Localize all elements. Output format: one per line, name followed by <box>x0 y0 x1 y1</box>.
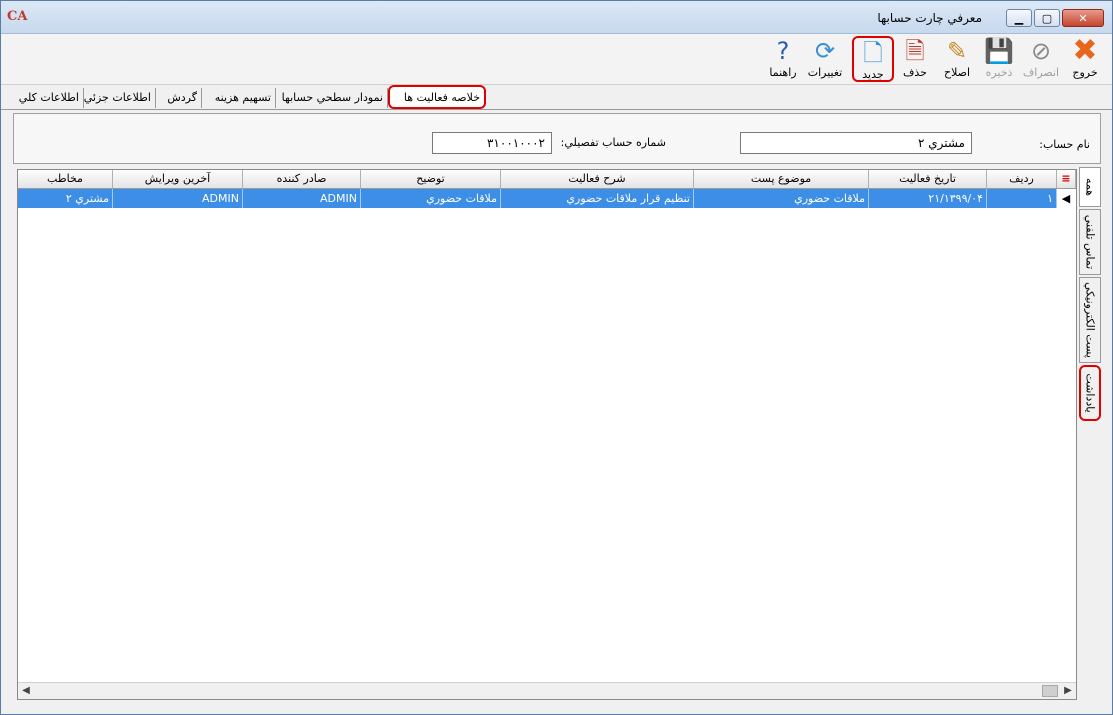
col-header-contact[interactable]: مخاطب <box>18 170 113 188</box>
app-window: CA معرفي چارت حسابها ▁ ▢ ✕ ✖ خروج ⊘ انصر… <box>0 0 1113 715</box>
delete-document-icon: 🗎 <box>905 37 925 65</box>
save-button[interactable]: 💾 ذخيره <box>978 36 1020 82</box>
grid-header: مخاطب آخرين ويرايش صادر كننده توضيح شرح … <box>18 170 1076 189</box>
tab-cost-allocation[interactable]: تسهيم هزينه <box>202 88 276 108</box>
refresh-icon: ⟳ <box>814 37 836 65</box>
col-header-row-number[interactable]: رديف <box>987 170 1057 188</box>
activities-grid: مخاطب آخرين ويرايش صادر كننده توضيح شرح … <box>17 169 1077 700</box>
main-tabs: خلاصه فعاليت ها نمودار سطحي حسابها تسهيم… <box>1 85 1112 110</box>
tab-general-info[interactable]: اطلاعات كلي <box>6 88 84 108</box>
exit-x-icon: ✖ <box>1072 33 1098 68</box>
maximize-icon: ▢ <box>1041 11 1053 25</box>
table-row[interactable]: مشتري ٢ ADMIN ADMIN ملاقات حضوري تنظيم ق… <box>18 189 1076 208</box>
side-tab-email[interactable]: پست الكترونيكي <box>1079 277 1101 363</box>
row-pointer-icon: ◀ <box>1057 189 1076 208</box>
col-header-description[interactable]: توضيح <box>361 170 501 188</box>
account-name-field[interactable]: مشتري ٢ <box>740 132 972 154</box>
side-tab-note[interactable]: يادداشت <box>1079 365 1101 421</box>
cancel-icon: ⊘ <box>1030 37 1052 65</box>
minimize-icon: ▁ <box>1014 11 1024 25</box>
cell-post-subject: ملاقات حضوري <box>694 189 869 208</box>
exit-button[interactable]: ✖ خروج <box>1064 36 1106 82</box>
scroll-thumb[interactable] <box>1042 685 1058 697</box>
cell-activity-date: ١٣٩٩/٠۴/٢١ <box>869 189 987 208</box>
account-info-panel: نام حساب: مشتري ٢ شماره حساب تفصيلي: ٣١٠… <box>13 113 1101 164</box>
cell-last-edit: ADMIN <box>113 189 243 208</box>
minimize-button[interactable]: ▁ <box>1006 9 1032 27</box>
horizontal-scrollbar[interactable]: ◀ ▶ <box>18 682 1076 699</box>
pencil-icon: ✎ <box>946 37 968 65</box>
side-tab-all[interactable]: همه <box>1079 167 1101 207</box>
edit-button[interactable]: ✎ اصلاح <box>936 36 978 82</box>
toolbar: ✖ خروج ⊘ انصراف 💾 ذخيره ✎ اصلاح 🗎 حذف 🗋 … <box>1 34 1112 85</box>
tab-account-levels-chart[interactable]: نمودار سطحي حسابها <box>276 88 388 108</box>
col-header-activity-desc[interactable]: شرح فعاليت <box>501 170 694 188</box>
col-header-activity-date[interactable]: تاريخ فعاليت <box>869 170 987 188</box>
cell-description: ملاقات حضوري <box>361 189 501 208</box>
help-button[interactable]: ? راهنما <box>762 36 804 82</box>
col-header-issuer[interactable]: صادر كننده <box>243 170 361 188</box>
close-button[interactable]: ✕ <box>1062 9 1104 27</box>
filter-icon[interactable]: ≡ <box>1057 170 1076 188</box>
title-bar: CA معرفي چارت حسابها ▁ ▢ ✕ <box>1 1 1112 34</box>
changes-button[interactable]: ⟳ تغييرات <box>804 36 846 82</box>
side-tab-phone-call[interactable]: تماس تلفني <box>1079 209 1101 275</box>
tab-turnover[interactable]: گردش <box>156 88 202 108</box>
close-icon: ✕ <box>1078 11 1088 25</box>
scroll-right-icon[interactable]: ▶ <box>1060 683 1076 699</box>
detail-account-number-label: شماره حساب تفصيلي: <box>560 136 666 149</box>
new-button[interactable]: 🗋 جديد <box>852 36 894 82</box>
delete-button[interactable]: 🗎 حذف <box>894 36 936 82</box>
side-tabs: همه تماس تلفني پست الكترونيكي يادداشت <box>1079 167 1105 457</box>
cancel-button[interactable]: ⊘ انصراف <box>1020 36 1062 82</box>
cell-row-number: ١ <box>987 189 1057 208</box>
cell-activity-desc: تنظيم قرار ملاقات حضوري <box>501 189 694 208</box>
account-name-label: نام حساب: <box>1039 138 1090 151</box>
app-logo-icon: CA <box>7 9 28 24</box>
cell-issuer: ADMIN <box>243 189 361 208</box>
save-disk-icon: 💾 <box>984 37 1014 65</box>
col-header-post-subject[interactable]: موضوع پست <box>694 170 869 188</box>
maximize-button[interactable]: ▢ <box>1034 9 1060 27</box>
window-title: معرفي چارت حسابها <box>877 11 982 25</box>
help-question-icon: ? <box>776 37 790 65</box>
tab-detail-info[interactable]: اطلاعات جزئي <box>84 88 156 108</box>
detail-account-number-field[interactable]: ٣١٠٠١٠٠٠٢ <box>432 132 552 154</box>
new-document-icon: 🗋 <box>863 39 883 67</box>
col-header-last-edit[interactable]: آخرين ويرايش <box>113 170 243 188</box>
tab-activity-summary[interactable]: خلاصه فعاليت ها <box>388 85 486 109</box>
scroll-left-icon[interactable]: ◀ <box>18 683 34 699</box>
cell-contact: مشتري ٢ <box>18 189 113 208</box>
